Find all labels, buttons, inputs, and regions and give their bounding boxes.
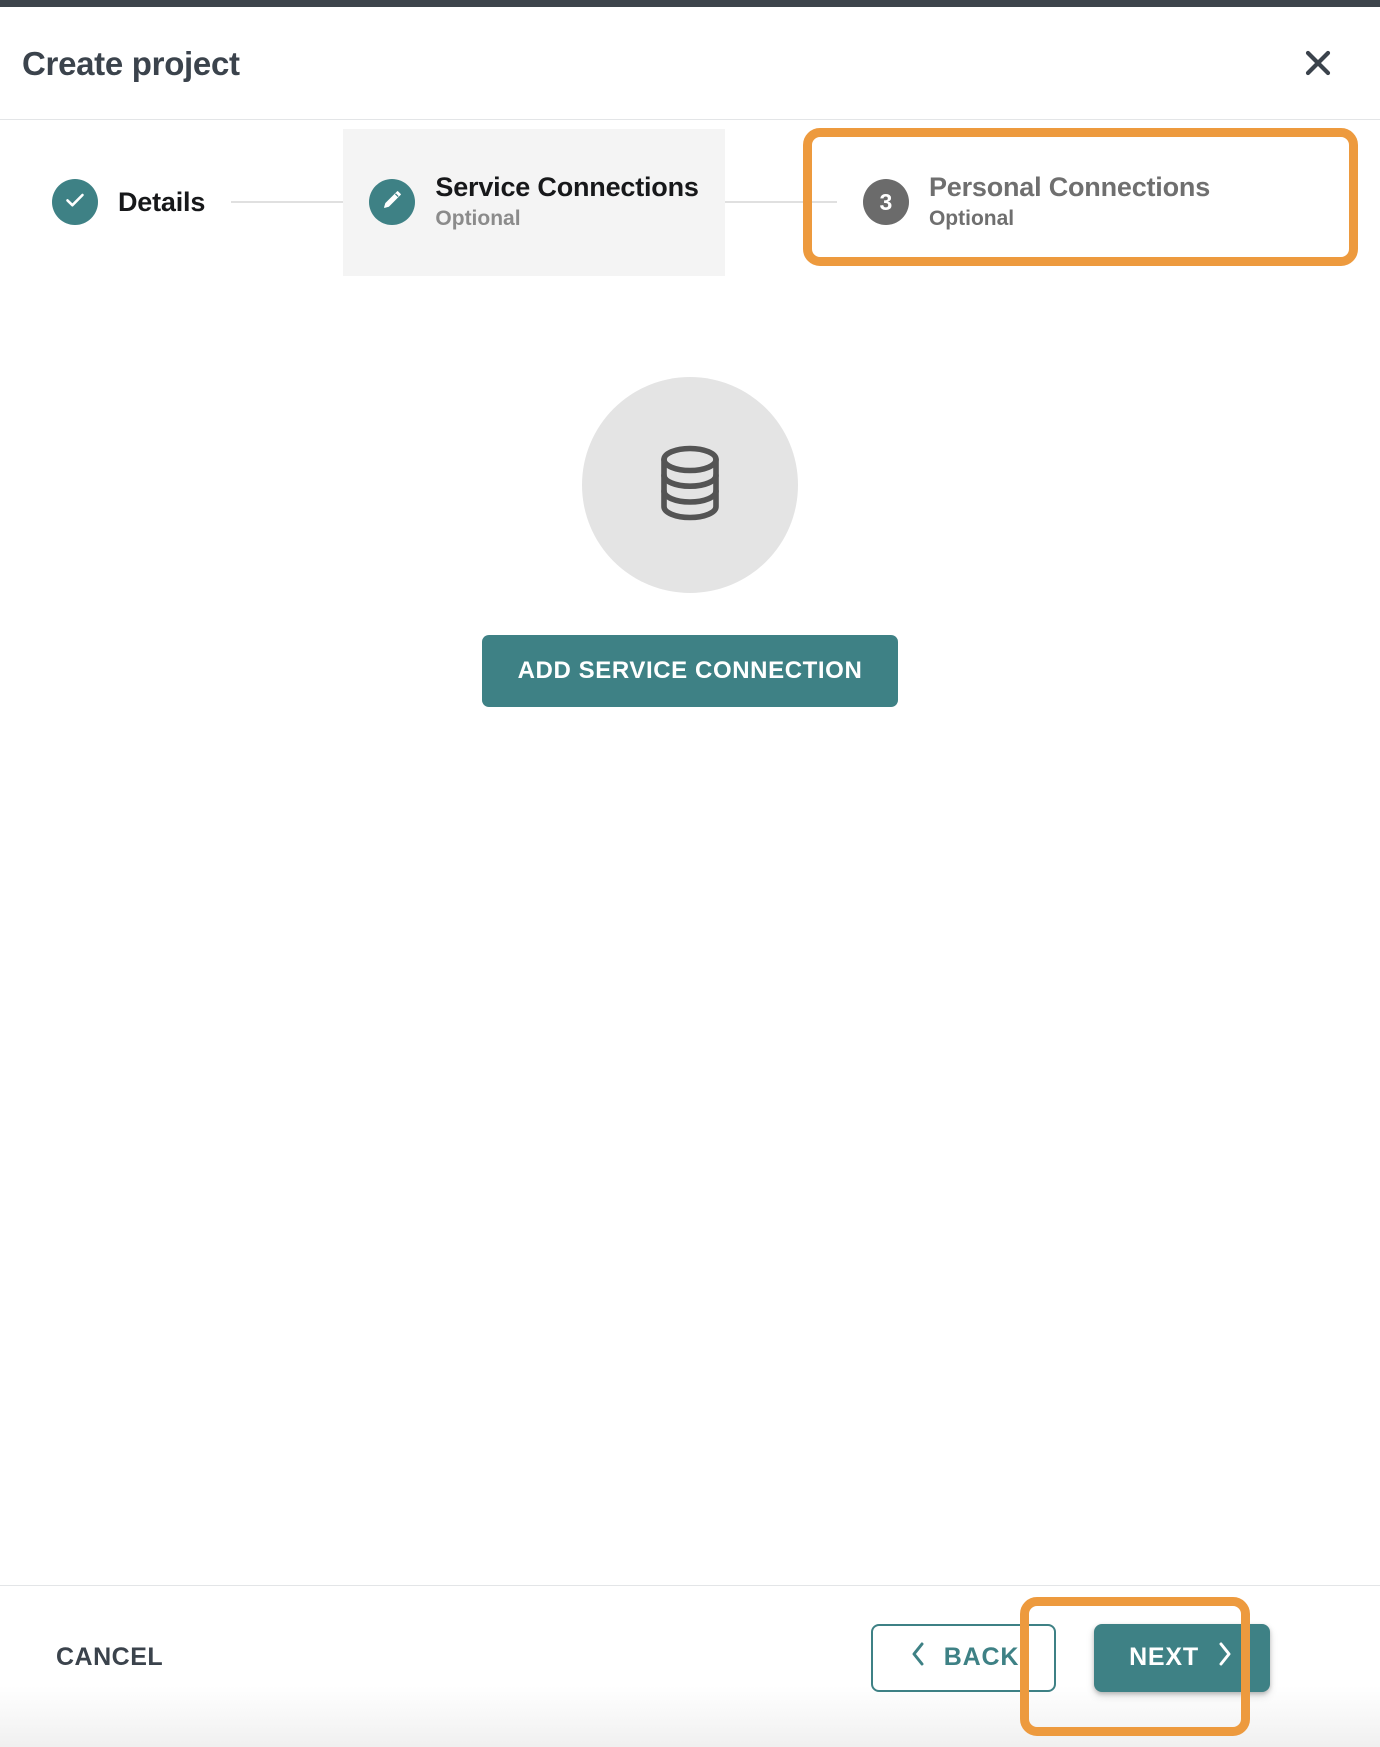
step-personal-connections-circle: 3 [862, 179, 909, 225]
step-service-connections-label: Service Connections [435, 171, 699, 202]
stepper: Details Service Connections Optional 3 P… [0, 121, 1380, 283]
footer-actions: BACK NEXT [871, 1623, 1340, 1692]
step-details[interactable]: Details [0, 129, 231, 276]
step-service-connections-circle [369, 179, 416, 225]
page-title: Create project [22, 44, 240, 82]
step-personal-connections-text: Personal Connections Optional [929, 171, 1210, 234]
pencil-icon [379, 187, 405, 218]
dialog-header: Create project [0, 7, 1380, 120]
step-service-connections-sublabel: Optional [435, 207, 521, 231]
step-personal-connections-number: 3 [879, 188, 893, 215]
chevron-right-icon [1215, 1640, 1235, 1675]
dialog-footer: CANCEL BACK NEXT [0, 1585, 1380, 1747]
step-personal-connections[interactable]: 3 Personal Connections Optional [837, 129, 1380, 276]
step-details-label: Details [118, 186, 206, 217]
cancel-button[interactable]: CANCEL [52, 1633, 167, 1682]
dialog-body: ADD SERVICE CONNECTION [0, 283, 1380, 1585]
close-button[interactable] [1294, 39, 1342, 87]
add-service-connection-button[interactable]: ADD SERVICE CONNECTION [481, 635, 899, 707]
back-button[interactable]: BACK [871, 1623, 1056, 1692]
create-project-dialog: Create project Details Service Connectio… [0, 0, 1380, 1747]
step-connector-2 [724, 201, 837, 203]
database-icon [640, 433, 740, 538]
check-icon [62, 187, 88, 218]
next-button[interactable]: NEXT [1094, 1623, 1270, 1692]
step-details-text: Details [118, 186, 205, 218]
window-top-strip [0, 0, 1380, 7]
step-service-connections[interactable]: Service Connections Optional [343, 128, 725, 276]
back-button-label: BACK [943, 1643, 1020, 1671]
step-connector-1 [231, 201, 344, 203]
empty-state-icon-circle [582, 377, 798, 593]
step-details-circle [52, 179, 98, 225]
step-personal-connections-label: Personal Connections [928, 171, 1211, 202]
step-service-connections-text: Service Connections Optional [435, 171, 698, 234]
chevron-left-icon [908, 1640, 928, 1675]
next-button-label: NEXT [1129, 1643, 1199, 1671]
close-icon [1298, 43, 1338, 83]
step-personal-connections-sublabel: Optional [928, 207, 1015, 231]
